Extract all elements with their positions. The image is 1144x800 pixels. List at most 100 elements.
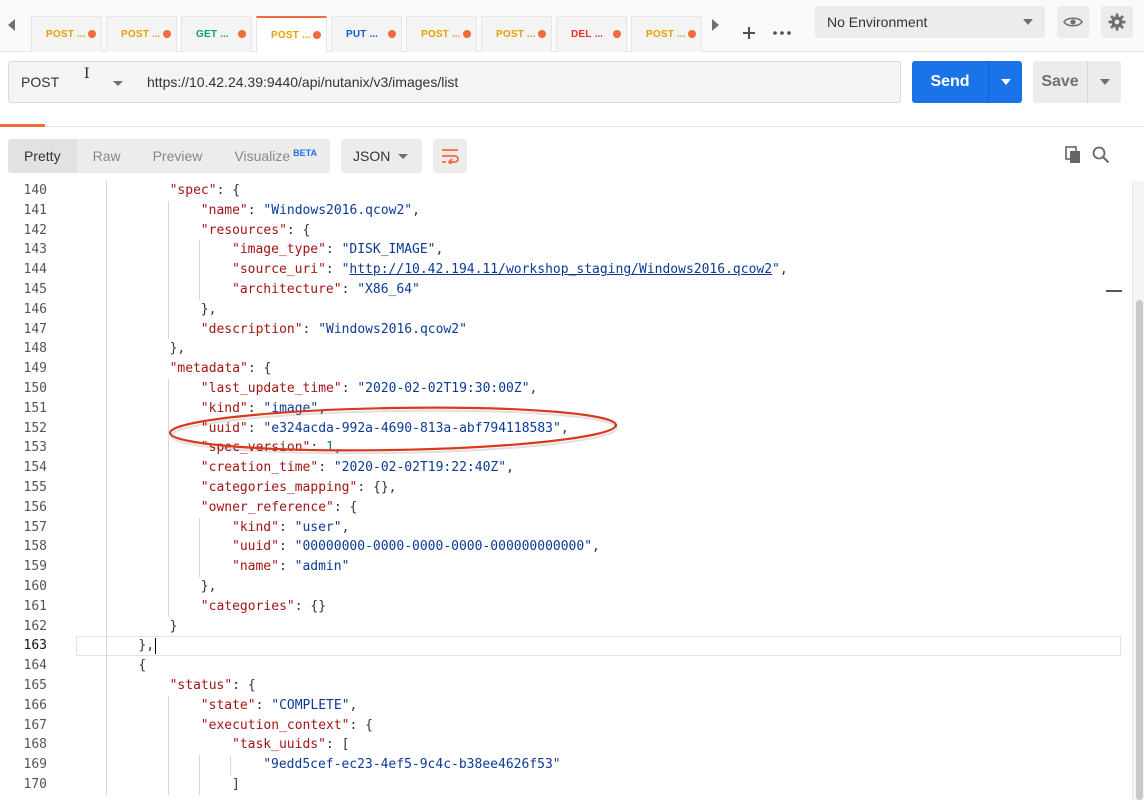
code-text: "resources": { xyxy=(200,222,311,238)
scrollbar-thumb[interactable] xyxy=(1136,300,1143,800)
code-text: }, xyxy=(200,301,217,317)
send-button[interactable]: Send xyxy=(912,61,1022,103)
unsaved-changes-dot xyxy=(538,30,546,38)
line-number: 168 xyxy=(23,737,47,753)
eye-icon xyxy=(1063,17,1083,27)
scroll-tabs-left-icon[interactable] xyxy=(4,17,20,33)
request-tab-6[interactable]: POST... xyxy=(481,16,552,52)
save-label: Save xyxy=(1041,73,1079,90)
line-number: 164 xyxy=(23,658,47,674)
tab-raw[interactable]: Raw xyxy=(77,139,137,173)
line-number: 157 xyxy=(23,519,47,535)
request-tab-3[interactable]: POST... xyxy=(256,16,327,53)
line-number: 162 xyxy=(23,618,47,634)
code-text: "source_uri": "http://10.42.194.11/works… xyxy=(232,262,788,278)
request-tab-0[interactable]: POST... xyxy=(31,16,102,52)
save-button[interactable]: Save xyxy=(1033,61,1121,103)
new-tab-button[interactable] xyxy=(734,18,764,48)
plus-icon xyxy=(743,27,755,39)
response-format-select[interactable]: JSON xyxy=(341,139,422,173)
unsaved-changes-dot xyxy=(313,31,321,39)
send-options-button[interactable] xyxy=(988,61,1022,103)
beta-badge: BETA xyxy=(293,148,318,158)
tab-preview-label: Preview xyxy=(152,148,203,164)
chevron-down-icon xyxy=(398,154,408,159)
code-text: "metadata": { xyxy=(169,361,272,377)
code-line: 150 "last_update_time": "2020-02-02T19:30… xyxy=(0,379,1132,399)
tab-visualize-label: Visualize xyxy=(234,148,291,164)
search-response-button[interactable] xyxy=(1091,145,1111,165)
tab-pretty-label: Pretty xyxy=(24,148,61,164)
code-text: "categories_mapping": {}, xyxy=(200,480,397,495)
request-tab-name-truncated: ... xyxy=(369,29,378,40)
save-options-button[interactable] xyxy=(1087,61,1121,103)
manage-environments-button[interactable] xyxy=(1101,6,1133,38)
tab-visualize[interactable]: Visualize BETA xyxy=(218,139,333,173)
code-line: 143 "image_type": "DISK_IMAGE", xyxy=(0,240,1132,260)
code-text: "status": { xyxy=(169,678,256,693)
code-line: 148}, xyxy=(0,339,1132,359)
code-text: "task_uuids": [ xyxy=(232,737,350,753)
code-text: ] xyxy=(232,777,240,792)
line-number: 155 xyxy=(23,480,47,495)
request-tab-2[interactable]: GET... xyxy=(181,16,252,52)
tab-preview[interactable]: Preview xyxy=(137,139,219,173)
wrap-lines-button[interactable] xyxy=(433,139,467,173)
code-text: { xyxy=(138,658,147,674)
code-text: "architecture": "X86_64" xyxy=(232,282,420,297)
code-line: 155 "categories_mapping": {}, xyxy=(0,478,1132,498)
send-label: Send xyxy=(930,73,970,90)
request-tab-method: POST xyxy=(46,29,75,40)
code-line: 164 { xyxy=(0,656,1132,676)
request-tab-bar: POST... POST... GET... POST... PUT... POST...… xyxy=(0,0,1144,53)
line-number: 170 xyxy=(23,777,47,792)
active-section-indicator xyxy=(0,124,45,127)
code-line: 142 "resources": { xyxy=(0,221,1132,241)
code-text: }, xyxy=(200,579,217,594)
code-line: 145 "architecture": "X86_64" xyxy=(0,280,1132,300)
line-number: 160 xyxy=(23,579,47,594)
gear-icon xyxy=(1108,13,1126,31)
scroll-tabs-right-icon[interactable] xyxy=(707,17,723,33)
code-text: "creation_time": "2020-02-02T19:22:40Z", xyxy=(200,460,514,476)
indent-guide xyxy=(198,755,200,795)
line-number: 161 xyxy=(23,598,47,614)
unsaved-changes-dot xyxy=(463,30,471,38)
line-number: 163 xyxy=(23,638,47,654)
code-line: 167 "execution_context": { xyxy=(0,716,1132,736)
response-body-editor[interactable]: 140 "spec": {141 "name": "Windows2016.qcow… xyxy=(0,181,1132,800)
request-tab-7[interactable]: DEL... xyxy=(556,16,627,52)
request-tab-1[interactable]: POST... xyxy=(106,16,177,52)
code-text: "kind": "user", xyxy=(232,519,350,535)
code-line: 163}, xyxy=(0,636,1132,656)
request-tab-4[interactable]: PUT... xyxy=(331,16,402,52)
copy-response-button[interactable] xyxy=(1063,145,1083,165)
indent-guide xyxy=(198,517,200,577)
indent-guide xyxy=(106,181,107,795)
tab-options-button[interactable] xyxy=(767,18,797,48)
code-text: }, xyxy=(138,636,156,656)
line-number: 140 xyxy=(23,183,47,198)
unsaved-changes-dot xyxy=(238,30,246,38)
line-number: 158 xyxy=(23,539,47,555)
request-url-input[interactable] xyxy=(135,61,901,103)
tab-pretty[interactable]: Pretty xyxy=(8,139,77,173)
indent-guide xyxy=(230,755,231,775)
code-text: "9edd5cef-ec23-4ef5-9c4c-b38ee4626f53" xyxy=(263,757,561,773)
request-tab-name-truncated: ... xyxy=(220,29,229,40)
request-tab-name-truncated: ... xyxy=(527,29,536,40)
line-number: 141 xyxy=(23,202,47,218)
indent-guide xyxy=(167,200,169,340)
tab-raw-label: Raw xyxy=(92,148,121,164)
request-tab-8[interactable]: POST... xyxy=(631,16,702,52)
code-text: "last_update_time": "2020-02-02T19:30:00… xyxy=(200,381,538,396)
line-number: 144 xyxy=(23,262,47,278)
environment-select[interactable]: No Environment xyxy=(815,6,1045,38)
environment-quick-look-button[interactable] xyxy=(1057,6,1089,38)
http-method-select[interactable]: POST xyxy=(8,61,136,103)
request-tab-5[interactable]: POST... xyxy=(406,16,477,52)
unsaved-changes-dot xyxy=(688,30,696,38)
line-number: 156 xyxy=(23,499,47,515)
code-line: 161 "categories": {} xyxy=(0,597,1132,617)
code-line: 165 "status": { xyxy=(0,676,1132,696)
